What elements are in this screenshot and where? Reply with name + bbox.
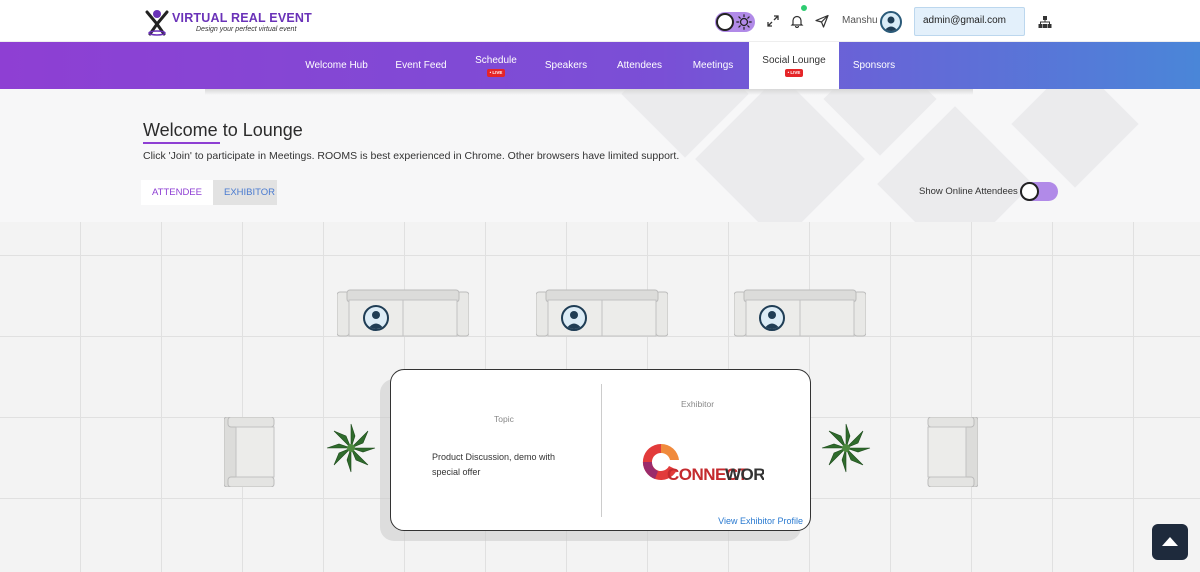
plant-decor: [326, 423, 376, 473]
topic-text: Product Discussion, demo with special of…: [432, 452, 556, 477]
live-badge: • LIVE: [486, 68, 506, 77]
nav-event-feed[interactable]: Event Feed: [388, 42, 454, 89]
nav-social-lounge[interactable]: Social Lounge • LIVE: [749, 42, 839, 89]
nav-welcome-hub[interactable]: Welcome Hub: [300, 42, 373, 89]
top-header: VIRTUAL REAL EVENT Design your perfect v…: [0, 0, 1200, 42]
live-badge: • LIVE: [784, 68, 804, 77]
nav-speakers[interactable]: Speakers: [538, 42, 594, 89]
nav-label: Event Feed: [395, 60, 447, 71]
logo-text-works: WORKS: [725, 465, 764, 484]
sun-icon: [736, 14, 752, 30]
nav-meetings[interactable]: Meetings: [685, 42, 741, 89]
topic-label: Topic: [494, 414, 514, 424]
page-subtitle: Click 'Join' to participate in Meetings.…: [143, 150, 680, 162]
nav-label: Meetings: [692, 60, 734, 71]
hero-decor-shape: [1011, 89, 1139, 188]
tab-attendee[interactable]: ATTENDEE: [141, 180, 213, 205]
logo-person-icon: [145, 10, 169, 36]
user-email-box[interactable]: admin@gmail.com: [914, 7, 1025, 36]
nav-schedule[interactable]: Schedule • LIVE: [469, 42, 523, 89]
notification-dot: [800, 4, 808, 12]
sofa: [536, 289, 668, 337]
nav-label: Schedule: [475, 54, 517, 66]
connectworks-logo[interactable]: CONNECT WORKS: [639, 440, 764, 486]
hierarchy-icon[interactable]: [1038, 15, 1052, 29]
logo-tagline: Design your perfect virtual event: [196, 25, 297, 33]
nav-sponsors[interactable]: Sponsors: [846, 42, 902, 89]
person-avatar-icon: [368, 311, 384, 329]
toggle-knob: [1020, 182, 1039, 201]
main-nav: Welcome Hub Event Feed Schedule • LIVE S…: [0, 42, 1200, 89]
person-avatar-icon: [566, 311, 582, 329]
app-logo[interactable]: VIRTUAL REAL EVENT Design your perfect v…: [144, 6, 312, 38]
nav-label: Attendees: [616, 60, 663, 71]
sofa: [337, 289, 469, 337]
card-divider: [601, 384, 602, 517]
nav-attendees[interactable]: Attendees: [609, 42, 670, 89]
exhibitor-label: Exhibitor: [681, 399, 715, 409]
armchair: [224, 417, 275, 487]
sofa: [734, 289, 866, 337]
scroll-to-top-button[interactable]: [1152, 524, 1188, 560]
exhibitor-room-card[interactable]: Topic Product Discussion, demo with spec…: [390, 369, 811, 531]
caret-up-icon: [1162, 537, 1178, 546]
theme-toggle[interactable]: [715, 12, 755, 32]
title-underline: [143, 142, 220, 144]
nav-label: Sponsors: [852, 60, 896, 71]
nav-label: Welcome Hub: [305, 60, 368, 71]
online-attendees-toggle[interactable]: [1020, 182, 1058, 201]
plant-decor: [821, 423, 871, 473]
toggle-knob: [716, 13, 734, 31]
view-exhibitor-profile-link[interactable]: View Exhibitor Profile: [718, 516, 803, 526]
attendee-avatar[interactable]: [363, 305, 389, 331]
nav-label: Speakers: [544, 60, 588, 71]
send-icon[interactable]: [815, 14, 829, 28]
nav-label: Social Lounge: [762, 54, 826, 66]
armchair: [927, 417, 978, 487]
lounge-tabs: ATTENDEE EXHIBITOR: [141, 180, 277, 205]
bell-icon[interactable]: [790, 14, 804, 28]
attendee-avatar[interactable]: [759, 305, 785, 331]
attendee-avatar[interactable]: [561, 305, 587, 331]
tab-exhibitor[interactable]: EXHIBITOR: [213, 180, 277, 205]
person-avatar-icon: [764, 311, 780, 329]
page-title: Welcome to Lounge: [143, 120, 303, 140]
online-attendees-label: Show Online Attendees: [919, 186, 1018, 197]
user-avatar[interactable]: [880, 11, 902, 33]
logo-title: VIRTUAL REAL EVENT: [172, 10, 312, 25]
nav-shadow: [205, 89, 973, 95]
user-name[interactable]: Manshu: [842, 15, 878, 26]
person-avatar-icon: [884, 16, 898, 31]
fullscreen-icon[interactable]: [766, 14, 780, 28]
